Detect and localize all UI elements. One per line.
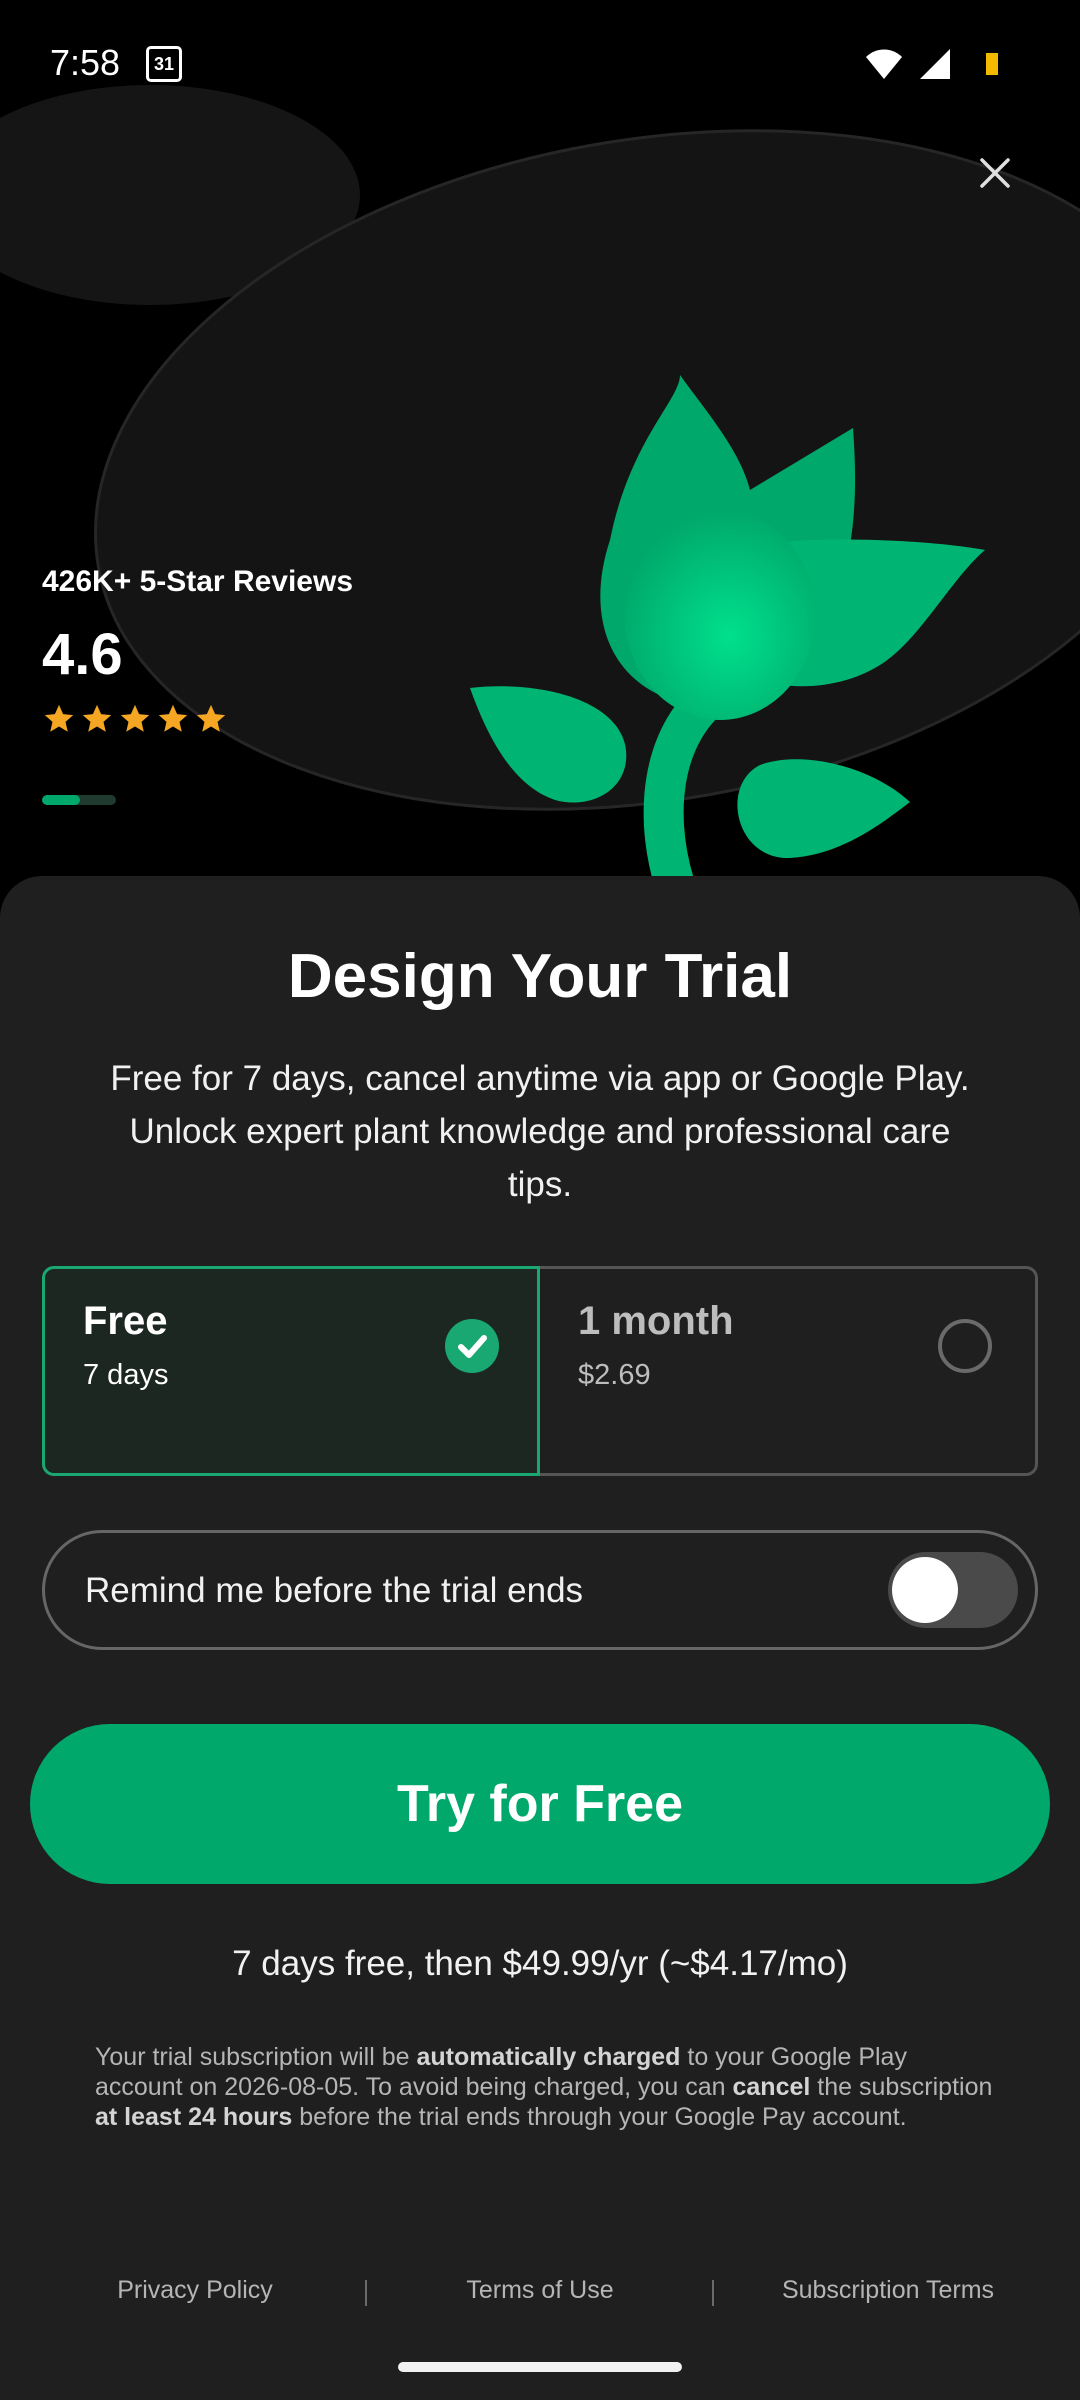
rating-value: 4.6	[42, 622, 123, 687]
privacy-policy-link[interactable]: Privacy Policy	[80, 2276, 310, 2305]
plan-name: 1 month	[578, 1299, 734, 1343]
terms-of-use-link[interactable]: Terms of Use	[420, 2276, 660, 2305]
reminder-toggle[interactable]	[888, 1552, 1018, 1628]
plan-option-monthly[interactable]: 1 month $2.69	[540, 1266, 1038, 1476]
plan-detail: 7 days	[83, 1359, 169, 1391]
legal-text: Your trial subscription will be	[95, 2043, 417, 2071]
hero-background	[0, 85, 1080, 900]
footer-divider	[365, 2280, 367, 2306]
plan-option-free[interactable]: Free 7 days	[42, 1266, 540, 1476]
toggle-knob	[892, 1557, 958, 1623]
price-summary: 7 days free, then $49.99/yr (~$4.17/mo)	[232, 1944, 848, 1983]
rating-block: 426K+ 5-Star Reviews 4.6	[42, 565, 353, 736]
carousel-pager	[42, 795, 116, 805]
radio-unselected-icon	[938, 1319, 992, 1373]
subscription-terms-link[interactable]: Subscription Terms	[758, 2276, 1018, 2305]
status-icons	[864, 46, 1000, 80]
star-icon	[196, 704, 226, 732]
pager-active-indicator	[42, 795, 80, 805]
footer-links: Privacy Policy Terms of Use Subscription…	[0, 2276, 1080, 2326]
legal-disclaimer: Your trial subscription will be automati…	[95, 2042, 995, 2132]
legal-text: the subscription	[810, 2073, 993, 2101]
legal-bold: cancel	[732, 2073, 811, 2101]
check-icon	[445, 1319, 499, 1373]
calendar-icon: 31	[146, 46, 182, 82]
plan-detail: $2.69	[578, 1359, 651, 1391]
signal-icon	[920, 49, 950, 79]
plan-selector: Free 7 days 1 month $2.69	[42, 1266, 1038, 1476]
home-indicator[interactable]	[398, 2362, 682, 2372]
trial-description: Free for 7 days, cancel anytime via app …	[110, 1059, 970, 1204]
reminder-row[interactable]: Remind me before the trial ends	[42, 1530, 1038, 1650]
star-icon	[82, 704, 112, 732]
battery-icon	[986, 53, 998, 75]
status-bar: 7:58 31	[0, 0, 1080, 130]
paywall-sheet: Design Your Trial Free for 7 days, cance…	[0, 876, 1080, 2400]
close-icon[interactable]	[970, 148, 1020, 198]
page-title: Design Your Trial	[287, 942, 793, 1011]
wifi-icon	[866, 49, 902, 79]
legal-text: before the trial ends through your Googl…	[292, 2103, 907, 2131]
reminder-label: Remind me before the trial ends	[85, 1571, 584, 1610]
legal-bold: automatically charged	[416, 2043, 681, 2071]
status-time: 7:58	[50, 42, 121, 83]
star-icon	[158, 704, 188, 732]
plan-name: Free	[83, 1299, 168, 1343]
try-for-free-button[interactable]: Try for Free	[30, 1724, 1050, 1884]
star-icon	[120, 704, 150, 732]
star-rating	[42, 702, 353, 736]
hero-banner: 426K+ 5-Star Reviews 4.6	[0, 0, 1080, 900]
footer-divider	[712, 2280, 714, 2306]
legal-bold: at least 24 hours	[95, 2103, 293, 2131]
reviews-count-label: 426K+ 5-Star Reviews	[42, 565, 354, 598]
star-icon	[44, 704, 74, 732]
